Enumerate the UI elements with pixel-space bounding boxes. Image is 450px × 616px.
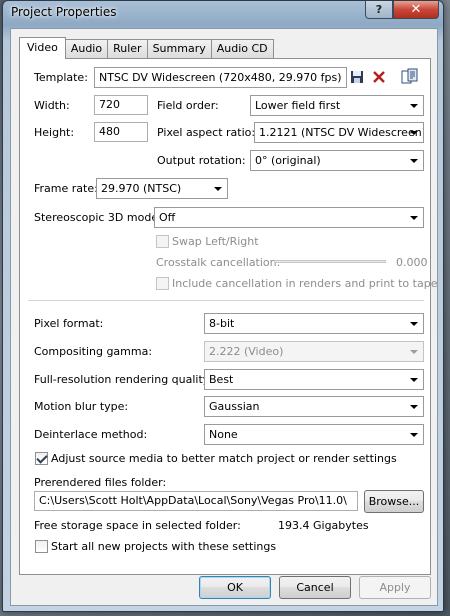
motion-blur-value: Gaussian bbox=[209, 400, 260, 413]
stereo-mode-label: Stereoscopic 3D mode: bbox=[34, 211, 162, 224]
width-input[interactable]: 720 bbox=[94, 95, 148, 115]
frame-rate-value: 29.970 (NTSC) bbox=[101, 182, 182, 195]
chevron-down-icon bbox=[410, 131, 418, 135]
match-media-icon[interactable] bbox=[400, 67, 420, 87]
stereo-mode-dropdown[interactable]: Off bbox=[154, 207, 424, 228]
crosstalk-slider[interactable] bbox=[274, 260, 386, 263]
motion-blur-label: Motion blur type: bbox=[34, 400, 129, 413]
swap-lr-checkbox[interactable] bbox=[156, 235, 169, 248]
height-input[interactable]: 480 bbox=[94, 122, 148, 142]
dialog-client: Video Audio Ruler Summary Audio CD Templ… bbox=[10, 28, 438, 606]
pixel-aspect-value: 1.2121 (NTSC DV Widescreen) bbox=[259, 126, 424, 139]
prerender-label: Prerendered files folder: bbox=[34, 476, 167, 489]
chevron-down-icon bbox=[410, 216, 418, 220]
field-order-dropdown[interactable]: Lower field first bbox=[250, 95, 424, 116]
deinterlace-dropdown[interactable]: None bbox=[204, 424, 424, 445]
template-label: Template: bbox=[34, 71, 88, 84]
video-tab-panel: Template: NTSC DV Widescreen (720x480, 2… bbox=[19, 58, 437, 575]
start-all-label: Start all new projects with these settin… bbox=[51, 540, 277, 553]
tab-summary[interactable]: Summary bbox=[146, 39, 212, 58]
deinterlace-value: None bbox=[209, 428, 238, 441]
crosstalk-label: Crosstalk cancellation: bbox=[156, 256, 281, 269]
chevron-down-icon bbox=[410, 378, 418, 382]
project-properties-window: Project Properties ? ✕ Video Audio Ruler… bbox=[2, 0, 444, 612]
tab-video[interactable]: Video bbox=[19, 37, 66, 59]
height-label: Height: bbox=[34, 126, 75, 139]
include-cancellation-label: Include cancellation in renders and prin… bbox=[172, 277, 438, 290]
chevron-down-icon bbox=[214, 187, 222, 191]
output-rotation-label: Output rotation: bbox=[157, 154, 246, 167]
render-quality-dropdown[interactable]: Best bbox=[204, 369, 424, 390]
width-label: Width: bbox=[34, 99, 70, 112]
start-all-checkbox[interactable] bbox=[35, 540, 48, 553]
compositing-gamma-dropdown[interactable]: 2.222 (Video) bbox=[204, 341, 424, 362]
field-order-value: Lower field first bbox=[255, 99, 341, 112]
chevron-down-icon bbox=[410, 159, 418, 163]
output-rotation-value: 0° (original) bbox=[255, 154, 321, 167]
divider bbox=[28, 300, 424, 301]
ok-button[interactable]: OK bbox=[199, 576, 271, 599]
storage-label: Free storage space in selected folder: bbox=[34, 519, 241, 532]
include-cancellation-checkbox[interactable] bbox=[156, 277, 169, 290]
tab-audio-cd[interactable]: Audio CD bbox=[210, 39, 274, 58]
prerender-folder-input[interactable]: C:\Users\Scott Holt\AppData\Local\Sony\V… bbox=[34, 491, 358, 511]
browse-button[interactable]: Browse... bbox=[364, 490, 424, 513]
frame-rate-label: Frame rate: bbox=[34, 182, 98, 195]
frame-rate-dropdown[interactable]: 29.970 (NTSC) bbox=[96, 178, 228, 199]
adjust-media-checkbox[interactable] bbox=[35, 452, 48, 465]
field-order-label: Field order: bbox=[157, 99, 219, 112]
chevron-down-icon bbox=[410, 433, 418, 437]
close-button[interactable]: ✕ bbox=[393, 1, 439, 19]
render-quality-label: Full-resolution rendering quality: bbox=[34, 373, 213, 386]
compositing-gamma-label: Compositing gamma: bbox=[34, 345, 153, 358]
render-quality-value: Best bbox=[209, 373, 234, 386]
chevron-down-icon bbox=[410, 322, 418, 326]
save-template-icon[interactable] bbox=[348, 68, 366, 86]
storage-value: 193.4 Gigabytes bbox=[278, 519, 369, 532]
swap-lr-label: Swap Left/Right bbox=[172, 235, 259, 248]
window-title: Project Properties bbox=[11, 5, 117, 19]
compositing-gamma-value: 2.222 (Video) bbox=[209, 345, 284, 358]
pixel-aspect-label: Pixel aspect ratio: bbox=[157, 126, 256, 139]
chevron-down-icon bbox=[410, 350, 418, 354]
template-value: NTSC DV Widescreen (720x480, 29.970 fps) bbox=[99, 71, 342, 84]
template-dropdown[interactable]: NTSC DV Widescreen (720x480, 29.970 fps) bbox=[94, 67, 347, 88]
tab-audio[interactable]: Audio bbox=[64, 39, 109, 58]
chevron-down-icon bbox=[410, 405, 418, 409]
pixel-format-dropdown[interactable]: 8-bit bbox=[204, 313, 424, 334]
delete-template-icon[interactable] bbox=[370, 68, 388, 86]
apply-button[interactable]: Apply bbox=[359, 576, 431, 599]
deinterlace-label: Deinterlace method: bbox=[34, 428, 148, 441]
cancel-button[interactable]: Cancel bbox=[279, 576, 351, 599]
crosstalk-value: 0.000 bbox=[396, 256, 428, 269]
help-button[interactable]: ? bbox=[365, 1, 393, 19]
pixel-format-value: 8-bit bbox=[209, 317, 235, 330]
chevron-down-icon bbox=[410, 104, 418, 108]
tab-strip: Video Audio Ruler Summary Audio CD bbox=[19, 37, 274, 59]
output-rotation-dropdown[interactable]: 0° (original) bbox=[250, 150, 424, 171]
adjust-media-label: Adjust source media to better match proj… bbox=[51, 452, 397, 465]
pixel-aspect-dropdown[interactable]: 1.2121 (NTSC DV Widescreen) bbox=[254, 122, 424, 143]
pixel-format-label: Pixel format: bbox=[34, 317, 104, 330]
motion-blur-dropdown[interactable]: Gaussian bbox=[204, 396, 424, 417]
stereo-mode-value: Off bbox=[159, 211, 176, 224]
tab-ruler[interactable]: Ruler bbox=[107, 39, 148, 58]
